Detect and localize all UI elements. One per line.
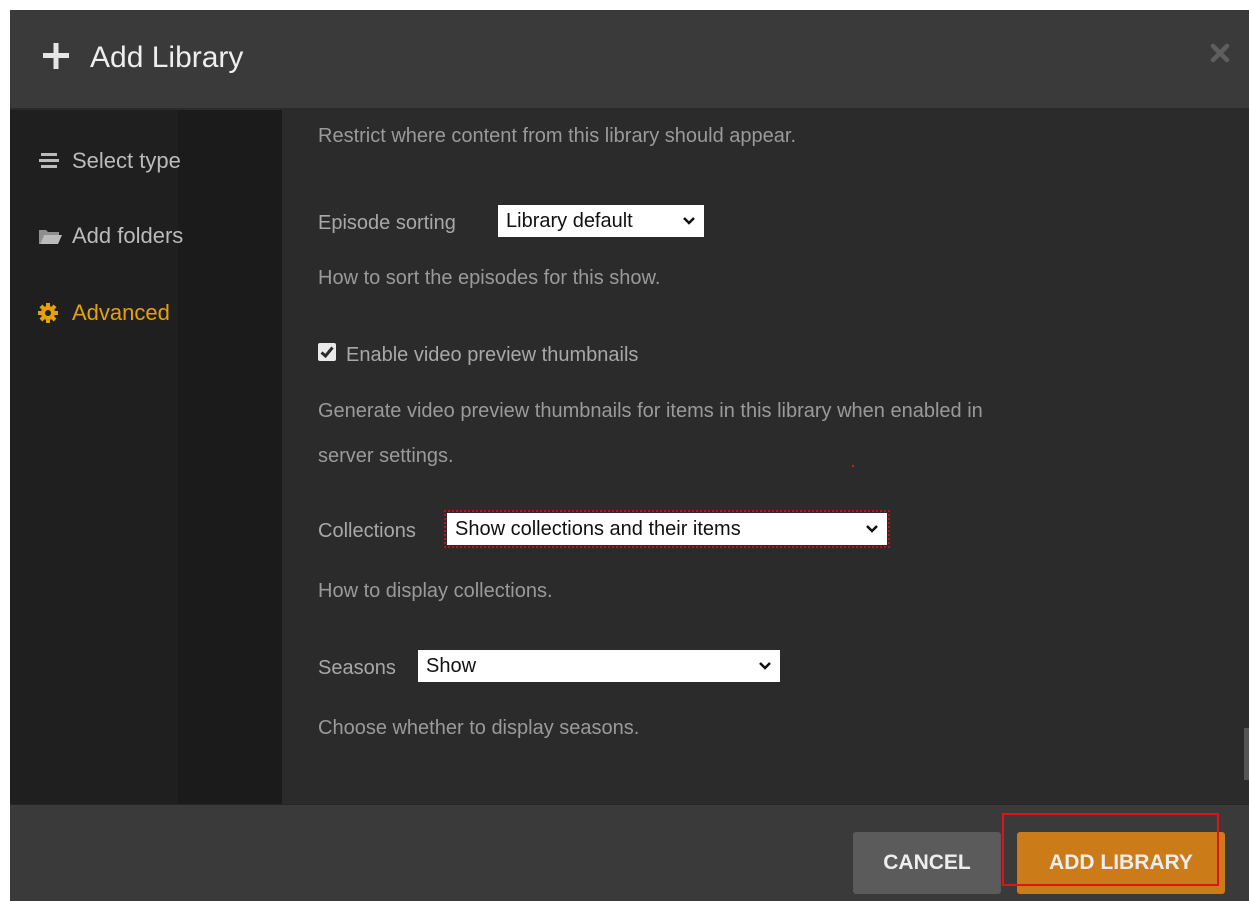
- list-icon: [38, 150, 64, 172]
- dialog-footer: CANCEL ADD LIBRARY: [10, 804, 1249, 901]
- advanced-settings-panel: Restrict where content from this library…: [282, 110, 1244, 804]
- episode-sorting-label: Episode sorting: [318, 212, 456, 234]
- sidebar: Select type Add folders Advanced: [10, 110, 282, 804]
- seasons-help: Choose whether to display seasons.: [318, 717, 640, 739]
- sidebar-item-advanced[interactable]: Advanced: [38, 296, 170, 330]
- video-preview-label: Enable video preview thumbnails: [346, 344, 639, 366]
- checkmark-icon: [320, 346, 334, 359]
- episode-sorting-select[interactable]: Library default: [498, 205, 704, 237]
- chevron-down-icon: [759, 662, 771, 670]
- dialog-title: Add Library: [90, 41, 244, 74]
- collections-label: Collections: [318, 520, 416, 542]
- sidebar-item-label: Select type: [72, 148, 181, 173]
- sidebar-item-label: Add folders: [72, 223, 184, 248]
- plus-icon: [43, 43, 69, 69]
- scrollbar-thumb[interactable]: [1244, 728, 1249, 780]
- add-library-button[interactable]: ADD LIBRARY: [1017, 832, 1225, 894]
- sidebar-item-label: Advanced: [72, 300, 170, 325]
- chevron-down-icon: [683, 217, 695, 225]
- folder-icon: [38, 225, 64, 247]
- seasons-label: Seasons: [318, 657, 396, 679]
- seasons-select[interactable]: Show: [418, 650, 780, 682]
- visibility-help-text: Restrict where content from this library…: [318, 125, 796, 147]
- sidebar-item-add-folders[interactable]: Add folders: [38, 219, 183, 253]
- add-library-dialog: Add Library Select type Add folders Adva…: [10, 10, 1249, 901]
- red-marker: [852, 465, 854, 467]
- sidebar-item-select-type[interactable]: Select type: [38, 144, 181, 178]
- video-preview-checkbox[interactable]: [318, 343, 336, 361]
- cancel-button[interactable]: CANCEL: [853, 832, 1001, 894]
- episode-sorting-value: Library default: [506, 209, 633, 232]
- chevron-down-icon: [866, 525, 878, 533]
- collections-value: Show collections and their items: [455, 517, 741, 540]
- collections-select[interactable]: Show collections and their items: [444, 510, 890, 548]
- episode-sorting-help: How to sort the episodes for this show.: [318, 267, 661, 289]
- video-preview-help-line2: server settings.: [318, 445, 454, 467]
- collections-help: How to display collections.: [318, 580, 553, 602]
- scrollbar[interactable]: [1244, 110, 1249, 804]
- dialog-header: Add Library: [10, 10, 1249, 110]
- gear-icon: [38, 302, 64, 324]
- seasons-value: Show: [426, 654, 477, 677]
- video-preview-help-line1: Generate video preview thumbnails for it…: [318, 400, 983, 422]
- close-icon[interactable]: [1207, 40, 1233, 66]
